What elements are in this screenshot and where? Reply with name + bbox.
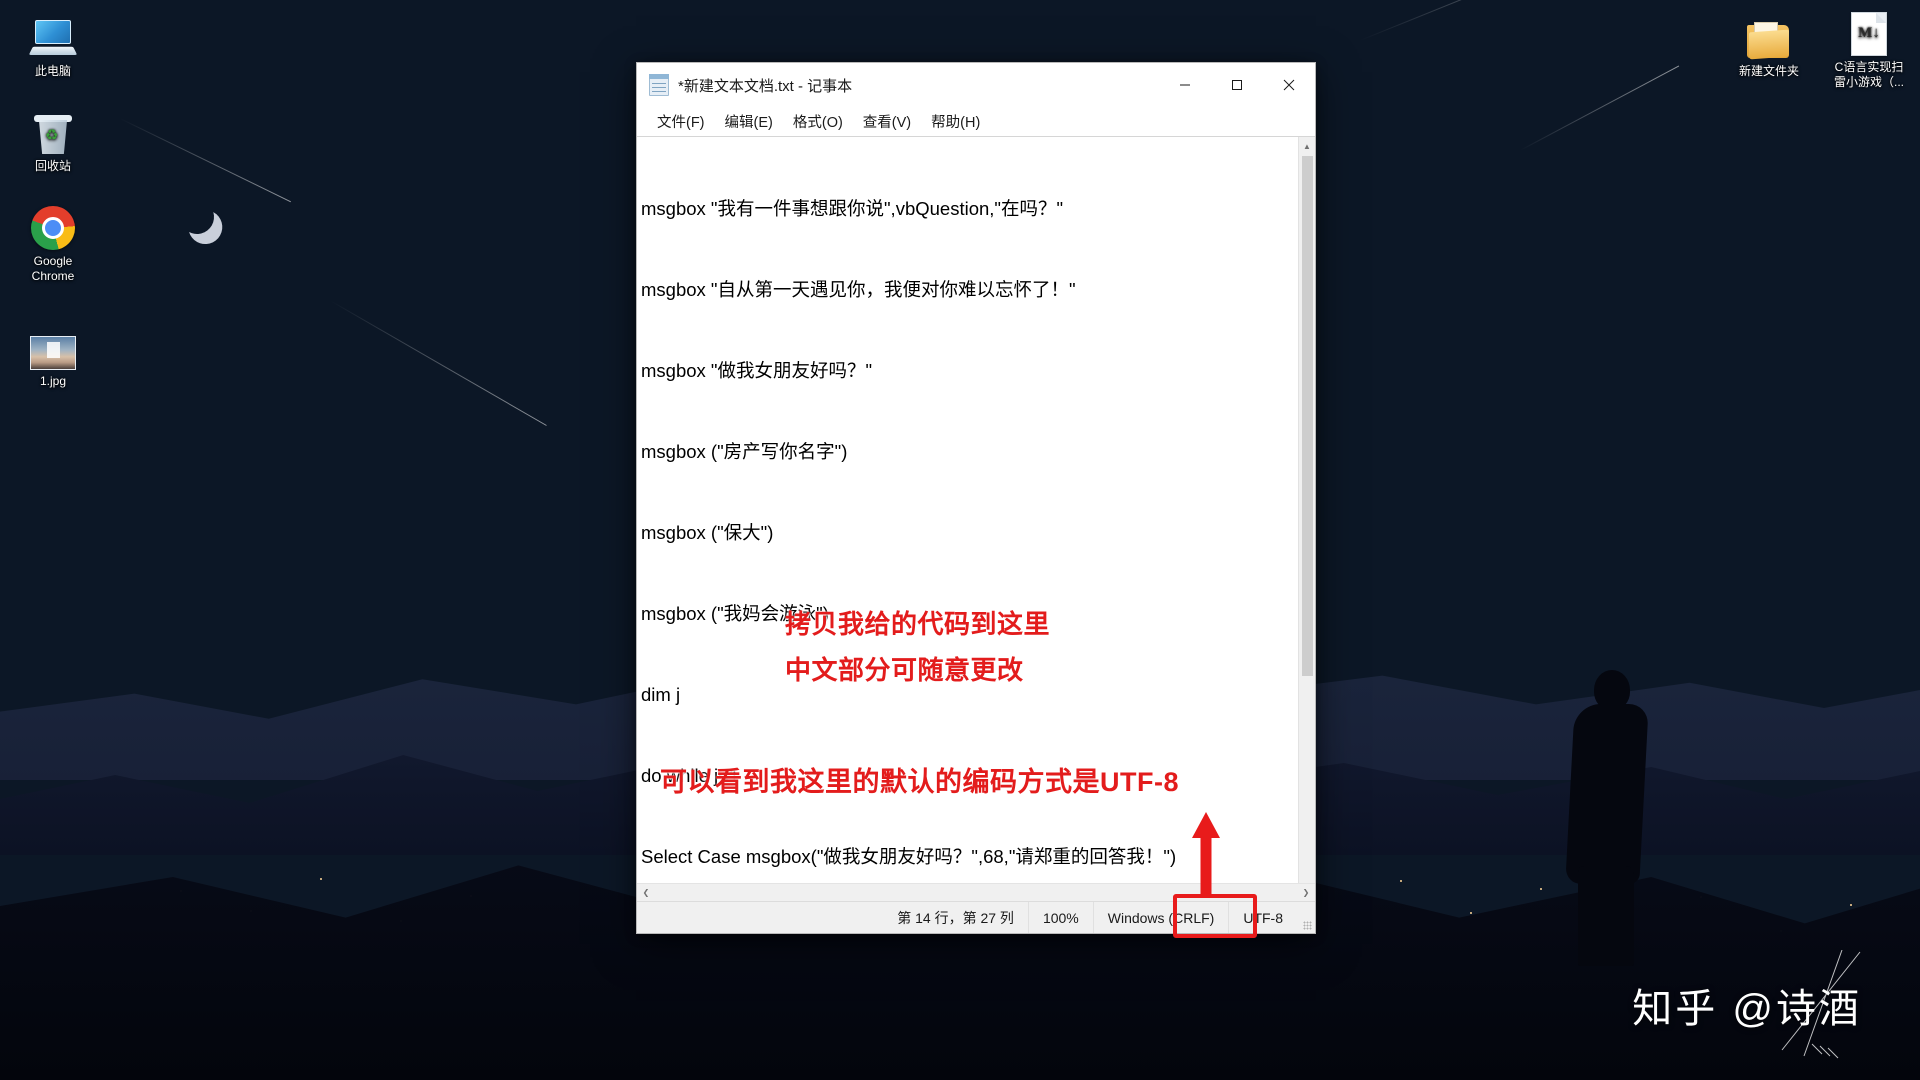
meteor-streak: [329, 300, 547, 426]
maximize-icon[interactable]: [1211, 63, 1263, 107]
person-silhouette: [1540, 670, 1660, 966]
notepad-window: *新建文本文档.txt - 记事本 文件(F) 编辑(E) 格式(O) 查看(V…: [636, 62, 1316, 938]
menu-bar: 文件(F) 编辑(E) 格式(O) 查看(V) 帮助(H): [637, 107, 1315, 137]
status-cursor-position: 第 14 行，第 27 列: [897, 909, 1014, 926]
markdown-badge: M↓: [1858, 25, 1880, 41]
menu-item-format[interactable]: 格式(O): [783, 109, 853, 134]
desktop-icon-label: C语言实现扫 雷小游戏（...: [1833, 60, 1904, 89]
desktop-icon-minesweeper-doc[interactable]: M↓ C语言实现扫 雷小游戏（...: [1826, 6, 1912, 90]
desktop-icon-label: 回收站: [34, 159, 71, 173]
meteor-streak: [119, 118, 291, 203]
desktop-icon-label: 此电脑: [34, 64, 71, 78]
meteor-streak: [1359, 0, 1639, 41]
code-line: msgbox "我有一件事想跟你说",vbQuestion,"在吗？": [641, 198, 1064, 219]
desktop-icon-new-folder[interactable]: 新建文件夹: [1726, 10, 1812, 79]
code-line: msgbox "自从第一天遇见你，我便对你难以忘怀了！": [641, 279, 1076, 300]
desktop-icon-this-pc[interactable]: 此电脑: [10, 10, 96, 79]
window-controls: [1159, 63, 1315, 107]
markdown-file-icon: M↓: [1826, 6, 1912, 56]
annotation-copy-code: 拷贝我给的代码到这里: [785, 609, 1051, 639]
status-zoom-level[interactable]: 100%: [1027, 902, 1093, 933]
menu-item-view[interactable]: 查看(V): [853, 109, 921, 134]
close-icon[interactable]: [1263, 63, 1315, 107]
vertical-scrollbar[interactable]: ▲: [1298, 137, 1315, 883]
minimize-icon[interactable]: [1159, 63, 1211, 107]
status-bar: 第 14 行，第 27 列 100% Windows (CRLF) UTF-8: [637, 894, 1315, 938]
annotation-arrow-icon: [1192, 812, 1220, 894]
image-file-icon: [10, 320, 96, 370]
chrome-icon: [10, 200, 96, 250]
scroll-up-icon[interactable]: ▲: [1299, 137, 1316, 155]
status-encoding[interactable]: UTF-8: [1228, 902, 1297, 933]
annotation-editable-text: 中文部分可随意更改: [785, 655, 1024, 685]
menu-item-file[interactable]: 文件(F): [647, 109, 715, 134]
vertical-scrollbar-thumb[interactable]: [1301, 156, 1313, 676]
watermark-scratch-decoration: [1781, 950, 1861, 1059]
code-line: msgbox ("保大"): [641, 522, 774, 543]
resize-grip-icon[interactable]: [1297, 902, 1315, 933]
scroll-left-icon[interactable]: ❮: [637, 884, 655, 902]
moon-decoration: [176, 196, 219, 239]
notepad-icon: [649, 74, 669, 96]
desktop-icon-recycle-bin[interactable]: ♻ 回收站: [10, 105, 96, 174]
folder-icon: [1726, 10, 1812, 60]
meteor-streak: [1519, 65, 1680, 151]
status-line-ending[interactable]: Windows (CRLF): [1092, 902, 1229, 933]
computer-icon: [10, 10, 96, 60]
code-line: msgbox ("房产写你名字"): [641, 441, 848, 462]
recycle-bin-icon: ♻: [10, 105, 96, 155]
scroll-right-icon[interactable]: ❯: [1297, 884, 1315, 902]
window-title: *新建文本文档.txt - 记事本: [678, 77, 853, 95]
desktop-icon-label: 1.jpg: [39, 374, 67, 388]
window-titlebar[interactable]: *新建文本文档.txt - 记事本: [637, 63, 1315, 107]
desktop-icon-image-file[interactable]: 1.jpg: [10, 320, 96, 389]
desktop-icon-label: 新建文件夹: [1738, 64, 1799, 78]
menu-item-edit[interactable]: 编辑(E): [715, 109, 783, 134]
annotation-encoding-note: 可以看到我这里的默认的编码方式是UTF-8: [660, 767, 1179, 797]
desktop-icon-google-chrome[interactable]: Google Chrome: [10, 200, 96, 284]
menu-item-help[interactable]: 帮助(H): [921, 109, 990, 134]
code-line: msgbox "做我女朋友好吗？": [641, 360, 873, 381]
desktop-icon-label: Google Chrome: [31, 254, 75, 283]
